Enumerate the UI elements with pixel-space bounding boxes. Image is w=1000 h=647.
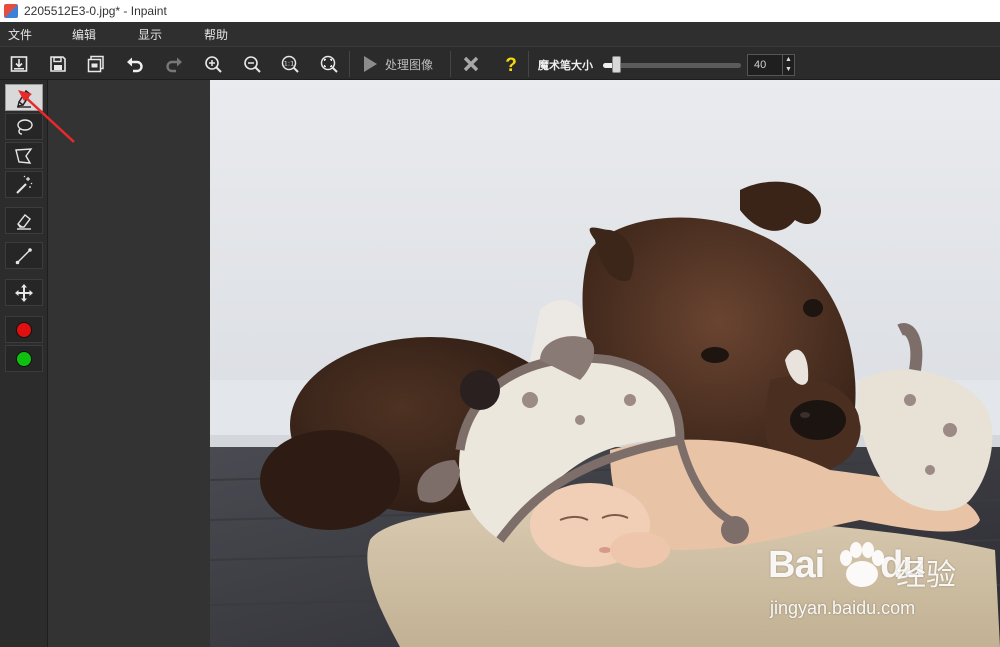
polygon-lasso-icon bbox=[15, 147, 33, 164]
zoom-actual-button[interactable]: 1:1 bbox=[276, 51, 304, 77]
tool-panel bbox=[0, 80, 48, 647]
brush-size-label: 魔术笔大小 bbox=[538, 59, 593, 72]
save-icon bbox=[50, 56, 66, 72]
eraser-icon bbox=[17, 213, 31, 230]
menu-help[interactable]: 帮助 bbox=[204, 26, 228, 43]
red-marker-button[interactable] bbox=[5, 316, 43, 343]
menu-view[interactable]: 显示 bbox=[138, 26, 162, 43]
redo-button[interactable] bbox=[160, 51, 188, 77]
spin-up-icon[interactable]: ▲ bbox=[783, 55, 794, 65]
help-button[interactable]: ? bbox=[497, 51, 525, 77]
zoom-fit-icon bbox=[320, 55, 338, 73]
redo-icon bbox=[166, 57, 182, 73]
brush-size-slider[interactable] bbox=[603, 63, 741, 68]
app-icon bbox=[4, 4, 18, 18]
window-title: 2205512E3-0.jpg* - Inpaint bbox=[24, 4, 167, 18]
annotation-arrow bbox=[18, 90, 75, 143]
process-image-button[interactable]: 处理图像 bbox=[358, 51, 440, 77]
zoom-out-icon bbox=[244, 56, 261, 73]
workspace-background bbox=[48, 80, 210, 647]
undo-icon bbox=[127, 57, 143, 73]
toolbar-separator bbox=[450, 51, 451, 77]
green-color-dot bbox=[16, 350, 32, 367]
title-bar: 2205512E3-0.jpg* - Inpaint bbox=[0, 0, 1000, 22]
question-icon: ? bbox=[505, 55, 517, 74]
red-color-dot bbox=[16, 321, 32, 338]
zoom-in-icon bbox=[205, 56, 222, 73]
x-icon bbox=[463, 56, 479, 72]
process-image-label: 处理图像 bbox=[385, 57, 434, 72]
paw-icon bbox=[840, 542, 884, 587]
tool-move[interactable] bbox=[5, 279, 43, 306]
tool-line[interactable] bbox=[5, 242, 43, 269]
zoom-fit-button[interactable] bbox=[315, 51, 343, 77]
cancel-button[interactable] bbox=[457, 51, 485, 77]
brush-size-slider-thumb[interactable] bbox=[612, 56, 621, 73]
spin-arrows: ▲ ▼ bbox=[782, 55, 794, 75]
zoom-out-button[interactable] bbox=[238, 51, 266, 77]
play-icon bbox=[364, 56, 377, 72]
menu-bar: 文件 编辑 显示 帮助 bbox=[0, 22, 1000, 46]
line-icon bbox=[15, 247, 32, 264]
tool-magic-wand[interactable] bbox=[5, 171, 43, 198]
menu-edit[interactable]: 编辑 bbox=[72, 26, 96, 43]
svg-text:1:1: 1:1 bbox=[284, 60, 294, 68]
save-button[interactable] bbox=[44, 51, 72, 77]
tool-eraser[interactable] bbox=[5, 207, 43, 234]
undo-button[interactable] bbox=[121, 51, 149, 77]
zoom-in-button[interactable] bbox=[199, 51, 227, 77]
green-marker-button[interactable] bbox=[5, 345, 43, 372]
watermark-url: jingyan.baidu.com bbox=[770, 598, 916, 618]
magic-wand-icon bbox=[16, 175, 33, 194]
spin-down-icon[interactable]: ▼ bbox=[783, 65, 794, 75]
save-as-button[interactable] bbox=[82, 51, 110, 77]
open-icon bbox=[10, 56, 28, 72]
zoom-actual-icon: 1:1 bbox=[281, 55, 299, 73]
menu-file[interactable]: 文件 bbox=[8, 26, 32, 43]
brush-size-spinbox[interactable]: 40 ▲ ▼ bbox=[747, 54, 795, 76]
open-button[interactable] bbox=[5, 51, 33, 77]
toolbar: 1:1 处理图像 ? 魔术笔大小 40 ▲ ▼ bbox=[0, 46, 1000, 80]
move-icon bbox=[15, 283, 33, 302]
baidu-watermark: Bai du 经验 jingyan.baidu.com bbox=[768, 540, 978, 630]
svg-text:?: ? bbox=[505, 55, 517, 74]
toolbar-separator bbox=[528, 51, 529, 77]
watermark-cn: 经验 bbox=[896, 558, 956, 593]
toolbar-separator bbox=[349, 51, 350, 77]
brush-size-value[interactable]: 40 bbox=[748, 55, 782, 75]
save-as-icon bbox=[87, 55, 104, 73]
